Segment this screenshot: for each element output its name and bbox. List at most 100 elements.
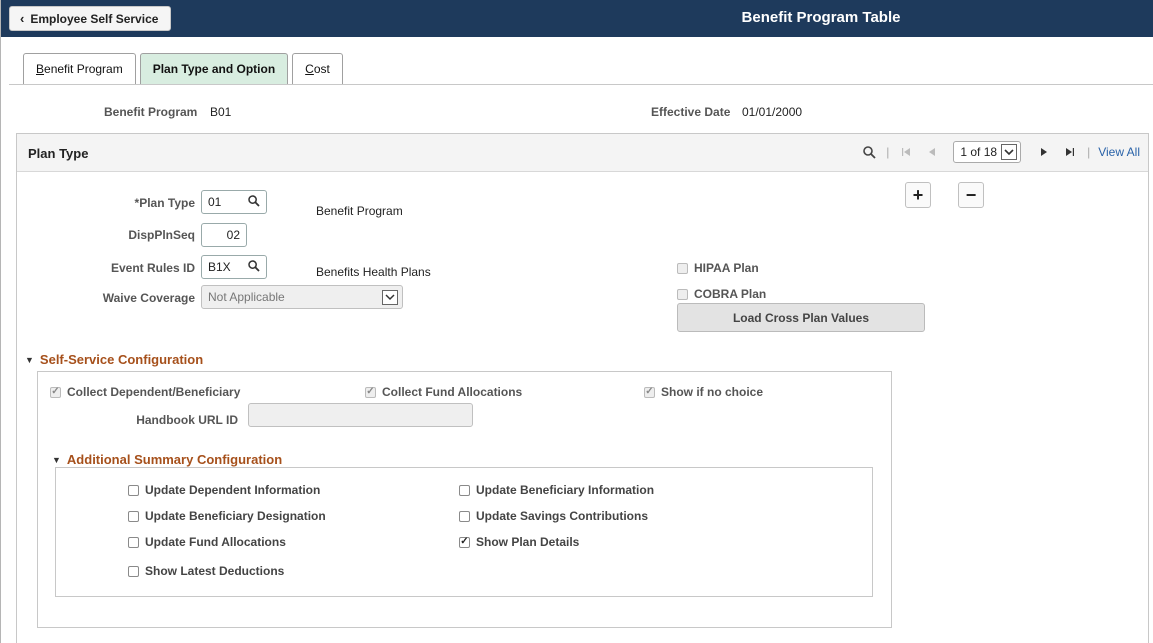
update-fund-allocations-checkbox[interactable]: Update Fund Allocations (128, 535, 286, 549)
additional-summary-group: Update Dependent Information Update Bene… (55, 467, 873, 597)
checkbox-icon (128, 565, 139, 577)
checkbox-label: Update Dependent Information (145, 483, 321, 497)
tab-benefit-program[interactable]: Benefit Program (23, 53, 136, 84)
checkbox-label: Show Plan Details (476, 535, 580, 549)
tab-accesskey: C (305, 62, 314, 76)
plan-type-label: *Plan Type (134, 196, 195, 210)
handbook-url-label: Handbook URL ID (136, 413, 238, 427)
chevron-left-icon: ‹ (20, 11, 25, 26)
checkbox-label: Update Beneficiary Information (476, 483, 655, 497)
update-beneficiary-designation-checkbox[interactable]: Update Beneficiary Designation (128, 509, 326, 523)
disp-seq-value: 02 (226, 228, 240, 242)
pager-text: 1 of 18 (960, 145, 998, 159)
row-pager-select[interactable]: 1 of 18 (953, 141, 1022, 163)
checkbox-icon (128, 510, 139, 522)
collect-fund-allocations-checkbox[interactable]: ✓ Collect Fund Allocations (365, 385, 522, 399)
checkbox-icon (677, 262, 688, 274)
tab-label: Plan Type and Option (152, 62, 276, 76)
cobra-plan-checkbox[interactable]: COBRA Plan (677, 287, 766, 301)
collect-dependent-checkbox[interactable]: ✓ Collect Dependent/Beneficiary (50, 385, 240, 399)
load-cross-plan-values-button[interactable]: Load Cross Plan Values (677, 303, 925, 332)
show-latest-deductions-checkbox[interactable]: Show Latest Deductions (128, 564, 284, 578)
checkbox-icon (677, 288, 688, 300)
tab-bar: Benefit Program Plan Type and Option Cos… (23, 53, 347, 84)
back-button[interactable]: ‹ Employee Self Service (9, 6, 172, 31)
search-icon[interactable] (862, 145, 876, 159)
tab-accesskey: B (36, 62, 45, 76)
nav-separator: | (1087, 145, 1091, 159)
update-savings-contributions-checkbox[interactable]: Update Savings Contributions (459, 509, 648, 523)
effective-date-label: Effective Date (651, 105, 731, 119)
disp-seq-input[interactable]: 02 (201, 223, 247, 247)
benefit-program-value: B01 (210, 105, 232, 119)
checkmark-icon: ✓ (644, 386, 655, 398)
page: ‹ Employee Self Service Benefit Program … (0, 0, 1153, 643)
update-dependent-info-checkbox[interactable]: Update Dependent Information (128, 483, 320, 497)
add-row-button[interactable]: + (905, 182, 931, 208)
plan-type-header-bar: Plan Type | 1 of 18 | View All (17, 134, 1148, 172)
hipaa-plan-label: HIPAA Plan (694, 261, 759, 275)
plus-icon: + (912, 184, 924, 205)
benefit-program-label: Benefit Program (104, 105, 198, 119)
show-if-no-choice-label: Show if no choice (661, 385, 764, 399)
minus-icon: − (965, 184, 977, 205)
view-all-link[interactable]: View All (1098, 145, 1140, 159)
tab-label: enefit Program (44, 62, 123, 76)
lookup-icon[interactable] (248, 260, 260, 275)
nav-separator: | (886, 145, 890, 159)
plan-type-scroll-area: Plan Type | 1 of 18 | View All *Plan Typ… (16, 133, 1149, 643)
self-service-toggle[interactable]: ▼ Self-Service Configuration (25, 352, 203, 367)
tab-cost[interactable]: Cost (292, 53, 343, 84)
tab-label: ost (313, 62, 330, 76)
plan-type-input[interactable]: 01 (201, 190, 267, 214)
self-service-group: ✓ Collect Dependent/Beneficiary ✓ Collec… (37, 371, 892, 628)
tab-plan-type-and-option[interactable]: Plan Type and Option (139, 53, 289, 84)
checkmark-icon: ✓ (50, 386, 61, 398)
event-rules-value: B1X (208, 260, 231, 274)
first-icon[interactable] (899, 145, 913, 159)
checkmark-icon: ✓ (459, 536, 470, 548)
show-plan-details-checkbox[interactable]: ✓ Show Plan Details (459, 535, 579, 549)
waive-coverage-value: Not Applicable (208, 290, 285, 304)
next-icon[interactable] (1037, 145, 1051, 159)
additional-summary-title: Additional Summary Configuration (66, 452, 283, 467)
cobra-plan-label: COBRA Plan (694, 287, 767, 301)
chevron-down-icon (1001, 144, 1018, 160)
collect-fund-allocations-label: Collect Fund Allocations (382, 385, 523, 399)
waive-coverage-select[interactable]: Not Applicable (201, 285, 403, 309)
disp-seq-label: DispPlnSeq (128, 228, 195, 242)
prev-icon[interactable] (925, 145, 939, 159)
show-if-no-choice-checkbox[interactable]: ✓ Show if no choice (644, 385, 763, 399)
lookup-icon[interactable] (248, 195, 260, 210)
collapse-triangle-icon: ▼ (52, 454, 61, 465)
back-button-label: Employee Self Service (30, 11, 159, 26)
collect-dependent-label: Collect Dependent/Beneficiary (67, 385, 241, 399)
waive-coverage-label: Waive Coverage (102, 291, 195, 305)
plan-type-value: 01 (208, 195, 222, 209)
handbook-url-input[interactable] (248, 403, 473, 427)
collapse-triangle-icon: ▼ (25, 354, 34, 365)
checkbox-label: Update Fund Allocations (145, 535, 286, 549)
last-icon[interactable] (1063, 145, 1077, 159)
plan-type-section-title: Plan Type (28, 146, 89, 161)
effective-date-value: 01/01/2000 (742, 105, 803, 119)
checkbox-label: Show Latest Deductions (145, 564, 285, 578)
update-beneficiary-info-checkbox[interactable]: Update Beneficiary Information (459, 483, 654, 497)
checkbox-icon (459, 484, 470, 496)
event-rules-input[interactable]: B1X (201, 255, 267, 279)
tab-divider (9, 84, 1153, 85)
checkbox-icon (459, 510, 470, 522)
delete-row-button[interactable]: − (958, 182, 984, 208)
checkbox-label: Update Savings Contributions (476, 509, 649, 523)
event-rules-label: Event Rules ID (110, 261, 195, 275)
page-title: Benefit Program Table (741, 9, 901, 26)
checkmark-icon: ✓ (365, 386, 376, 398)
hipaa-plan-checkbox[interactable]: HIPAA Plan (677, 261, 759, 275)
chevron-down-icon (382, 290, 398, 305)
event-rules-description: Benefits Health Plans (316, 265, 431, 279)
checkbox-icon (128, 536, 139, 548)
checkbox-label: Update Beneficiary Designation (145, 509, 326, 523)
top-banner: ‹ Employee Self Service Benefit Program … (1, 0, 1153, 37)
additional-summary-toggle[interactable]: ▼ Additional Summary Configuration (52, 452, 282, 467)
self-service-title: Self-Service Configuration (39, 352, 204, 367)
